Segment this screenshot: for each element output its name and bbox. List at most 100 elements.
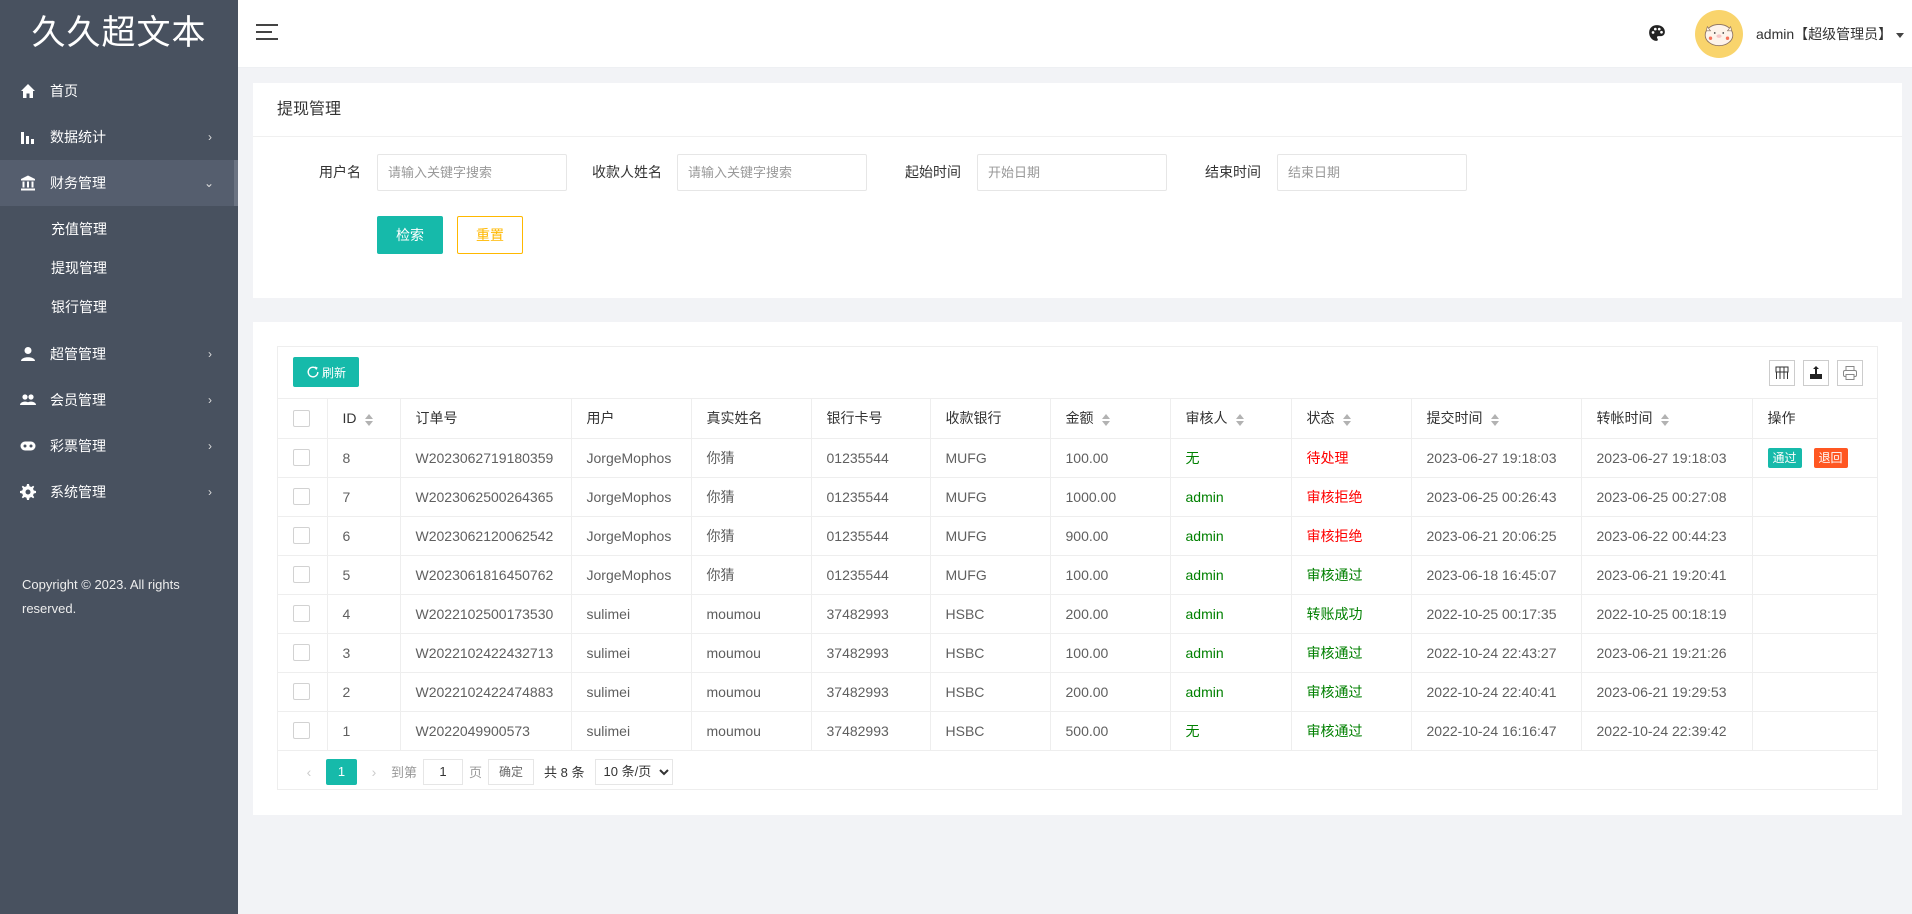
sort-icon[interactable] bbox=[1101, 413, 1110, 426]
column-header[interactable]: 转帐时间 bbox=[1581, 399, 1753, 439]
column-header[interactable]: 金额 bbox=[1050, 399, 1171, 439]
sidebar-item-system[interactable]: 系统管理 › bbox=[0, 469, 238, 515]
row-checkbox[interactable] bbox=[293, 644, 310, 662]
row-select-cell bbox=[278, 711, 328, 751]
cell-amount: 100.00 bbox=[1050, 555, 1171, 595]
cell-actions bbox=[1752, 633, 1877, 673]
cell-amount: 100.00 bbox=[1050, 438, 1171, 478]
chevron-down-icon: ⌄ bbox=[204, 176, 215, 190]
row-checkbox[interactable] bbox=[293, 527, 310, 545]
table-row: 4 W2022102500173530 sulimei moumou 37482993 H… bbox=[278, 594, 1877, 634]
sort-icon[interactable] bbox=[1660, 413, 1669, 426]
cell-actions bbox=[1752, 555, 1877, 595]
cell-reviewer: admin bbox=[1170, 633, 1292, 673]
chevron-right-icon: › bbox=[208, 393, 212, 407]
start-date-input[interactable] bbox=[977, 154, 1167, 191]
end-date-input[interactable] bbox=[1277, 154, 1467, 191]
palette-icon[interactable] bbox=[1648, 24, 1668, 44]
cell-user: JorgeMophos bbox=[571, 555, 692, 595]
cell-user: sulimei bbox=[571, 711, 692, 751]
approve-button[interactable]: 通过 bbox=[1767, 447, 1802, 468]
cell-real-name: moumou bbox=[691, 672, 812, 712]
sort-icon[interactable] bbox=[1235, 413, 1244, 426]
cell-card: 01235544 bbox=[811, 516, 931, 556]
refresh-button[interactable]: 刷新 bbox=[293, 357, 359, 387]
sidebar-item-admin[interactable]: 超管管理 › bbox=[0, 331, 238, 377]
submenu-item-recharge[interactable]: 充值管理 bbox=[0, 210, 238, 249]
sidebar-item-label: 首页 bbox=[50, 83, 78, 99]
return-button[interactable]: 退回 bbox=[1813, 447, 1848, 468]
column-header-label: 金额 bbox=[1065, 410, 1094, 427]
header-select-all bbox=[278, 399, 328, 439]
cell-card: 01235544 bbox=[811, 477, 931, 517]
columns-icon[interactable] bbox=[1769, 360, 1795, 386]
sidebar-item-statistics[interactable]: 数据统计 › bbox=[0, 114, 238, 160]
prev-page-button[interactable]: ‹ bbox=[298, 764, 320, 780]
cell-card: 37482993 bbox=[811, 672, 931, 712]
sort-icon[interactable] bbox=[364, 413, 373, 426]
column-header-label: 收款银行 bbox=[945, 410, 1002, 427]
cell-real-name: 你猜 bbox=[691, 555, 812, 595]
export-icon[interactable] bbox=[1803, 360, 1829, 386]
cell-actions bbox=[1752, 711, 1877, 751]
cell-submit-time: 2023-06-27 19:18:03 bbox=[1411, 438, 1582, 478]
column-header[interactable]: 提交时间 bbox=[1411, 399, 1582, 439]
user-menu[interactable]: admin【超级管理员】 bbox=[1756, 24, 1905, 44]
page-1-button[interactable]: 1 bbox=[326, 758, 357, 785]
row-checkbox[interactable] bbox=[293, 566, 310, 584]
goto-confirm-button[interactable]: 确定 bbox=[488, 758, 535, 785]
row-select-cell bbox=[278, 516, 328, 556]
cell-order: W2022102422474883 bbox=[400, 672, 572, 712]
sidebar-item-members[interactable]: 会员管理 › bbox=[0, 377, 238, 423]
cell-transfer-time: 2023-06-21 19:21:26 bbox=[1581, 633, 1753, 673]
next-page-button[interactable]: › bbox=[363, 764, 385, 780]
row-checkbox[interactable] bbox=[293, 605, 310, 623]
submenu-item-withdraw[interactable]: 提现管理 bbox=[0, 249, 238, 288]
cell-user: sulimei bbox=[571, 594, 692, 634]
gamepad-icon bbox=[20, 438, 36, 454]
reset-button[interactable]: 重置 bbox=[457, 216, 523, 254]
submenu-item-bank[interactable]: 银行管理 bbox=[0, 288, 238, 327]
column-header[interactable]: 状态 bbox=[1291, 399, 1412, 439]
search-button[interactable]: 检索 bbox=[377, 216, 443, 254]
table-row: 6 W2023062120062542 JorgeMophos 你猜 01235544 M… bbox=[278, 516, 1877, 556]
menu-toggle-icon[interactable] bbox=[256, 24, 278, 42]
row-checkbox[interactable] bbox=[293, 449, 310, 467]
column-header[interactable]: ID bbox=[327, 399, 401, 439]
row-checkbox[interactable] bbox=[293, 683, 310, 701]
select-all-checkbox[interactable] bbox=[293, 410, 310, 428]
column-header[interactable]: 审核人 bbox=[1170, 399, 1292, 439]
row-checkbox[interactable] bbox=[293, 488, 310, 506]
cell-submit-time: 2022-10-24 22:43:27 bbox=[1411, 633, 1582, 673]
sidebar-item-home[interactable]: 首页 bbox=[0, 68, 238, 114]
cell-real-name: 你猜 bbox=[691, 477, 812, 517]
row-select-cell bbox=[278, 633, 328, 673]
cell-id: 2 bbox=[327, 672, 401, 712]
cell-transfer-time: 2023-06-27 19:18:03 bbox=[1581, 438, 1753, 478]
page-size-select[interactable]: 10 条/页 bbox=[594, 758, 673, 785]
sidebar-item-label: 彩票管理 bbox=[50, 438, 106, 454]
sidebar-item-label: 数据统计 bbox=[50, 129, 106, 145]
print-icon[interactable] bbox=[1837, 360, 1863, 386]
sidebar-item-lottery[interactable]: 彩票管理 › bbox=[0, 423, 238, 469]
total-count: 共 8 条 bbox=[544, 765, 585, 780]
goto-page-input[interactable] bbox=[423, 758, 464, 785]
sort-icon[interactable] bbox=[1490, 413, 1499, 426]
payee-name-input[interactable] bbox=[677, 154, 867, 191]
cell-user: JorgeMophos bbox=[571, 516, 692, 556]
column-header-label: 转帐时间 bbox=[1596, 410, 1653, 427]
cell-user: sulimei bbox=[571, 633, 692, 673]
cell-card: 01235544 bbox=[811, 438, 931, 478]
avatar[interactable] bbox=[1695, 10, 1743, 58]
cell-actions bbox=[1752, 477, 1877, 517]
cell-submit-time: 2022-10-24 16:16:47 bbox=[1411, 711, 1582, 751]
cell-bank: HSBC bbox=[930, 711, 1051, 751]
row-select-cell bbox=[278, 594, 328, 634]
cell-card: 37482993 bbox=[811, 594, 931, 634]
sort-icon[interactable] bbox=[1342, 413, 1351, 426]
sidebar-item-label: 财务管理 bbox=[50, 175, 106, 191]
sidebar-item-finance[interactable]: 财务管理 ⌄ bbox=[0, 160, 238, 206]
row-checkbox[interactable] bbox=[293, 722, 310, 740]
users-icon bbox=[20, 392, 36, 408]
username-input[interactable] bbox=[377, 154, 567, 191]
